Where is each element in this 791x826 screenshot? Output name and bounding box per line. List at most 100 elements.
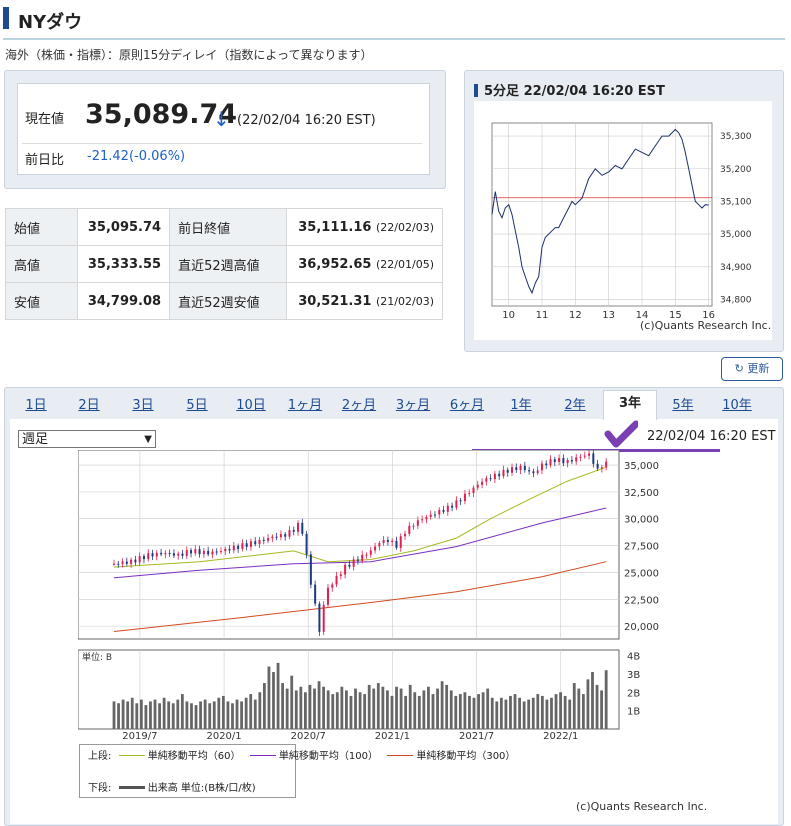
tab-1[interactable]: 2日 <box>63 393 115 419</box>
candle-body <box>399 536 402 548</box>
candle-body <box>254 541 257 545</box>
volume-bar <box>540 695 544 729</box>
candle-body <box>592 453 595 464</box>
table-row: 高値 35,333.55 直近52週高値 36,952.65 (22/01/05… <box>5 245 443 283</box>
candle-body <box>485 478 488 482</box>
tab-7[interactable]: 3ヶ月 <box>387 393 439 419</box>
tab-4[interactable]: 10日 <box>225 393 277 419</box>
volume-bar <box>431 694 435 729</box>
tab-8[interactable]: 6ヶ月 <box>441 393 493 419</box>
candle-body <box>271 536 274 539</box>
volume-bar <box>126 701 130 729</box>
volume-bar <box>253 699 257 729</box>
tab-12[interactable]: 5年 <box>657 393 709 419</box>
volume-bar <box>600 690 604 729</box>
volume-bar <box>399 688 403 729</box>
volume-tick-label: 2B <box>627 688 640 699</box>
period-tabs: 1日 2日 3日 5日 10日 1ヶ月 2ヶ月 3ヶ月 6ヶ月 1年 2年 3年 5年 10年 <box>10 390 778 420</box>
candle-body <box>326 587 329 605</box>
volume-bar <box>153 699 157 729</box>
candle-body <box>386 540 389 542</box>
y-tick-label: 25,000 <box>624 568 659 579</box>
volume-bar <box>317 681 321 729</box>
high52-date: (22/01/05) <box>376 257 434 271</box>
volume-bar <box>545 699 549 729</box>
candle-body <box>532 471 535 474</box>
x-tick-label: 11 <box>536 310 549 321</box>
tab-9[interactable]: 1年 <box>495 393 547 419</box>
price-timestamp: (22/02/04 16:20 EST) <box>237 113 376 128</box>
candle-body <box>194 549 197 554</box>
volume-bar <box>144 705 148 729</box>
volume-bar <box>258 692 262 729</box>
candle-body <box>134 559 137 563</box>
legend-ma60-swatch <box>118 755 145 756</box>
high52-label: 直近52週高値 <box>169 245 288 283</box>
volume-bar <box>117 703 120 729</box>
volume-bar <box>112 701 116 729</box>
x-tick-label: 2021/7 <box>459 731 494 740</box>
candle-body <box>365 554 368 556</box>
volume-bar <box>417 695 421 729</box>
low52-number: 30,521.31 <box>298 293 372 309</box>
volume-bar <box>176 699 180 729</box>
volume-bar <box>322 686 326 729</box>
volume-bar <box>595 684 599 729</box>
prev-close-number: 35,111.16 <box>298 219 372 235</box>
candle-body <box>305 533 308 555</box>
candle-body <box>117 563 120 565</box>
volume-bar <box>313 688 316 729</box>
candle-body <box>344 564 347 575</box>
volume-bar <box>272 672 275 729</box>
tab-13[interactable]: 10年 <box>711 393 763 419</box>
tab-5[interactable]: 1ヶ月 <box>279 393 331 419</box>
candle-body <box>322 604 325 632</box>
volume-bar <box>531 697 535 729</box>
candle-body <box>502 469 505 477</box>
down-arrow-icon: ↓ <box>213 107 230 131</box>
volume-bar <box>367 684 371 729</box>
volume-bar <box>454 695 458 729</box>
tab-3[interactable]: 5日 <box>171 393 223 419</box>
candle-body <box>481 481 484 485</box>
low52-label: 直近52週安値 <box>169 282 288 320</box>
volume-bar <box>586 679 590 729</box>
x-tick-label: 2022/1 <box>543 731 578 740</box>
volume-tick-label: 3B <box>627 670 640 681</box>
candle-body <box>412 525 415 527</box>
candle-body <box>459 500 462 502</box>
candle-body <box>292 529 295 532</box>
period-select[interactable]: 週足 ▼ <box>18 430 156 448</box>
candle-body <box>241 543 244 549</box>
candle-body <box>237 545 240 549</box>
volume-bar <box>376 683 380 729</box>
candle-body <box>536 470 539 474</box>
x-tick-label: 10 <box>502 310 515 321</box>
candle-body <box>545 463 548 466</box>
candle-body <box>588 453 591 456</box>
volume-bar <box>276 662 280 729</box>
intraday-chart-title: 5分足 22/02/04 16:20 EST <box>474 80 665 99</box>
volume-bar <box>203 699 207 729</box>
low52-value: 30,521.31 (21/02/03) <box>286 282 443 320</box>
tab-0[interactable]: 1日 <box>10 393 62 419</box>
tab-6[interactable]: 2ヶ月 <box>333 393 385 419</box>
refresh-button[interactable]: ↻ 更新 <box>721 357 783 381</box>
y-tick-label: 34,800 <box>720 295 752 305</box>
title-accent-bar <box>3 7 9 29</box>
volume-bar <box>554 694 558 729</box>
refresh-icon: ↻ <box>734 362 744 375</box>
candle-body <box>558 458 561 463</box>
table-row: 始値 35,095.74 前日終値 35,111.16 (22/02/03) <box>5 208 443 246</box>
candle-body <box>168 552 171 554</box>
tab-10[interactable]: 2年 <box>549 393 601 419</box>
volume-bar <box>499 697 503 729</box>
volume-bar <box>231 703 234 729</box>
candle-body <box>511 467 514 473</box>
tab-2[interactable]: 3日 <box>117 393 169 419</box>
candle-body <box>160 552 163 555</box>
volume-bar <box>581 694 585 729</box>
volume-bar <box>217 697 221 729</box>
volume-bar <box>591 672 594 729</box>
tab-11[interactable]: 3年 <box>603 390 657 420</box>
